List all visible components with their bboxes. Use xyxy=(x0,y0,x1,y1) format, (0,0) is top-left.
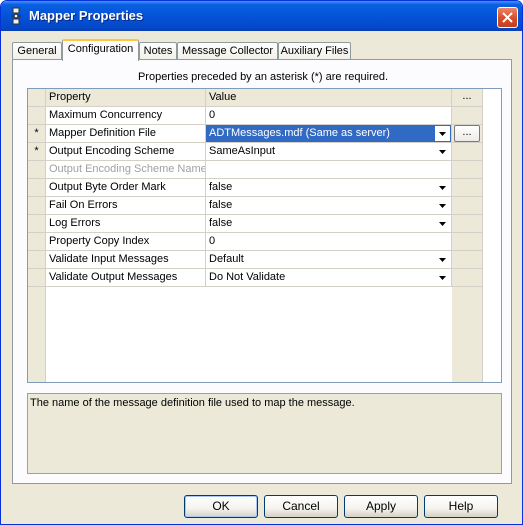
window-title: Mapper Properties xyxy=(29,8,144,23)
required-marker xyxy=(28,233,46,251)
browse-button[interactable]: ... xyxy=(454,125,480,142)
required-marker xyxy=(28,161,46,179)
property-name[interactable]: Output Byte Order Mark xyxy=(46,179,206,197)
mapper-properties-window: Mapper Properties General Configuration … xyxy=(0,0,523,525)
value-dropdown[interactable]: false xyxy=(206,215,452,233)
header-value[interactable]: Value xyxy=(206,89,452,107)
header-marker-cell xyxy=(28,89,46,107)
row-button-cell xyxy=(452,107,483,125)
value-text: Default xyxy=(209,253,244,265)
grid-row[interactable]: Property Copy Index 0 xyxy=(28,233,501,251)
grid-row[interactable]: Output Byte Order Mark false xyxy=(28,179,501,197)
required-marker: * xyxy=(28,125,46,143)
row-button-cell xyxy=(452,179,483,197)
chevron-down-icon xyxy=(439,221,446,226)
value-dropdown[interactable]: false xyxy=(206,197,452,215)
property-name[interactable]: Output Encoding Scheme xyxy=(46,143,206,161)
grid-header: Property Value ... xyxy=(28,89,501,107)
required-marker xyxy=(28,215,46,233)
row-button-cell: ... xyxy=(452,125,483,143)
chevron-down-icon xyxy=(439,257,446,262)
value-text: Do Not Validate xyxy=(209,271,286,283)
required-marker xyxy=(28,269,46,287)
dropdown-button[interactable] xyxy=(435,198,450,213)
grid-row[interactable]: Validate Input Messages Default xyxy=(28,251,501,269)
grid-row[interactable]: Validate Output Messages Do Not Validate xyxy=(28,269,501,287)
help-button[interactable]: Help xyxy=(424,495,498,518)
header-extra: ... xyxy=(452,89,483,107)
value-dropdown[interactable]: ADTMessages.mdf (Same as server) xyxy=(206,125,452,143)
chevron-down-icon xyxy=(439,185,446,190)
required-marker xyxy=(28,107,46,125)
value-field[interactable]: 0 xyxy=(206,107,452,125)
dropdown-button[interactable] xyxy=(435,180,450,195)
property-name: Output Encoding Scheme Name xyxy=(46,161,206,179)
row-button-cell xyxy=(452,269,483,287)
property-name[interactable]: Mapper Definition File xyxy=(46,125,206,143)
chevron-down-icon xyxy=(439,203,446,208)
row-button-cell xyxy=(452,197,483,215)
tab-notes[interactable]: Notes xyxy=(139,42,177,60)
grid-row[interactable]: * Output Encoding Scheme SameAsInput xyxy=(28,143,501,161)
dropdown-button[interactable] xyxy=(435,270,450,285)
configuration-panel: Properties preceded by an asterisk (*) a… xyxy=(12,59,512,484)
close-icon xyxy=(502,12,513,23)
value-dropdown[interactable]: SameAsInput xyxy=(206,143,452,161)
value-text: false xyxy=(209,199,233,211)
row-button-cell xyxy=(452,161,483,179)
row-button-cell xyxy=(452,251,483,269)
apply-button[interactable]: Apply xyxy=(344,495,418,518)
dropdown-button[interactable] xyxy=(435,252,450,267)
dropdown-button[interactable] xyxy=(435,144,450,159)
value-dropdown[interactable]: Do Not Validate xyxy=(206,269,452,287)
property-name[interactable]: Maximum Concurrency xyxy=(46,107,206,125)
tab-auxiliary-files[interactable]: Auxiliary Files xyxy=(278,42,351,60)
chevron-down-icon xyxy=(439,149,446,154)
property-name[interactable]: Validate Output Messages xyxy=(46,269,206,287)
required-note: Properties preceded by an asterisk (*) a… xyxy=(137,71,389,83)
tab-message-collector[interactable]: Message Collector xyxy=(177,42,278,60)
row-button-cell xyxy=(452,143,483,161)
property-grid: Property Value ... Maximum Concurrency 0… xyxy=(27,88,502,383)
title-bar[interactable]: Mapper Properties xyxy=(1,1,522,31)
property-name[interactable]: Fail On Errors xyxy=(46,197,206,215)
property-name[interactable]: Log Errors xyxy=(46,215,206,233)
value-dropdown[interactable]: false xyxy=(206,179,452,197)
required-marker xyxy=(28,251,46,269)
grid-row: Output Encoding Scheme Name xyxy=(28,161,501,179)
grid-row[interactable]: Maximum Concurrency 0 xyxy=(28,107,501,125)
value-field[interactable]: 0 xyxy=(206,233,452,251)
value-text: ADTMessages.mdf (Same as server) xyxy=(209,127,390,139)
property-name[interactable]: Validate Input Messages xyxy=(46,251,206,269)
dropdown-button[interactable] xyxy=(435,126,450,141)
property-name[interactable]: Property Copy Index xyxy=(46,233,206,251)
ok-button[interactable]: OK xyxy=(184,495,258,518)
mapper-app-icon xyxy=(8,7,24,25)
required-marker xyxy=(28,197,46,215)
value-text: SameAsInput xyxy=(209,145,276,157)
grid-row[interactable]: Log Errors false xyxy=(28,215,501,233)
required-marker: * xyxy=(28,143,46,161)
cancel-button[interactable]: Cancel xyxy=(264,495,338,518)
value-text: false xyxy=(209,217,233,229)
grid-margin-left xyxy=(28,287,46,382)
row-button-cell xyxy=(452,233,483,251)
header-property[interactable]: Property xyxy=(46,89,206,107)
value-dropdown[interactable]: Default xyxy=(206,251,452,269)
required-marker xyxy=(28,179,46,197)
row-button-cell xyxy=(452,215,483,233)
tab-configuration[interactable]: Configuration xyxy=(62,39,139,61)
value-text: false xyxy=(209,181,233,193)
grid-margin-right xyxy=(452,287,483,382)
chevron-down-icon xyxy=(439,275,446,280)
dropdown-button[interactable] xyxy=(435,216,450,231)
grid-row[interactable]: * Mapper Definition File ADTMessages.mdf… xyxy=(28,125,501,143)
tab-general[interactable]: General xyxy=(12,42,62,60)
value-field xyxy=(206,161,452,179)
property-description: The name of the message definition file … xyxy=(27,393,502,474)
grid-row[interactable]: Fail On Errors false xyxy=(28,197,501,215)
chevron-down-icon xyxy=(439,131,446,136)
close-button[interactable] xyxy=(497,7,518,28)
